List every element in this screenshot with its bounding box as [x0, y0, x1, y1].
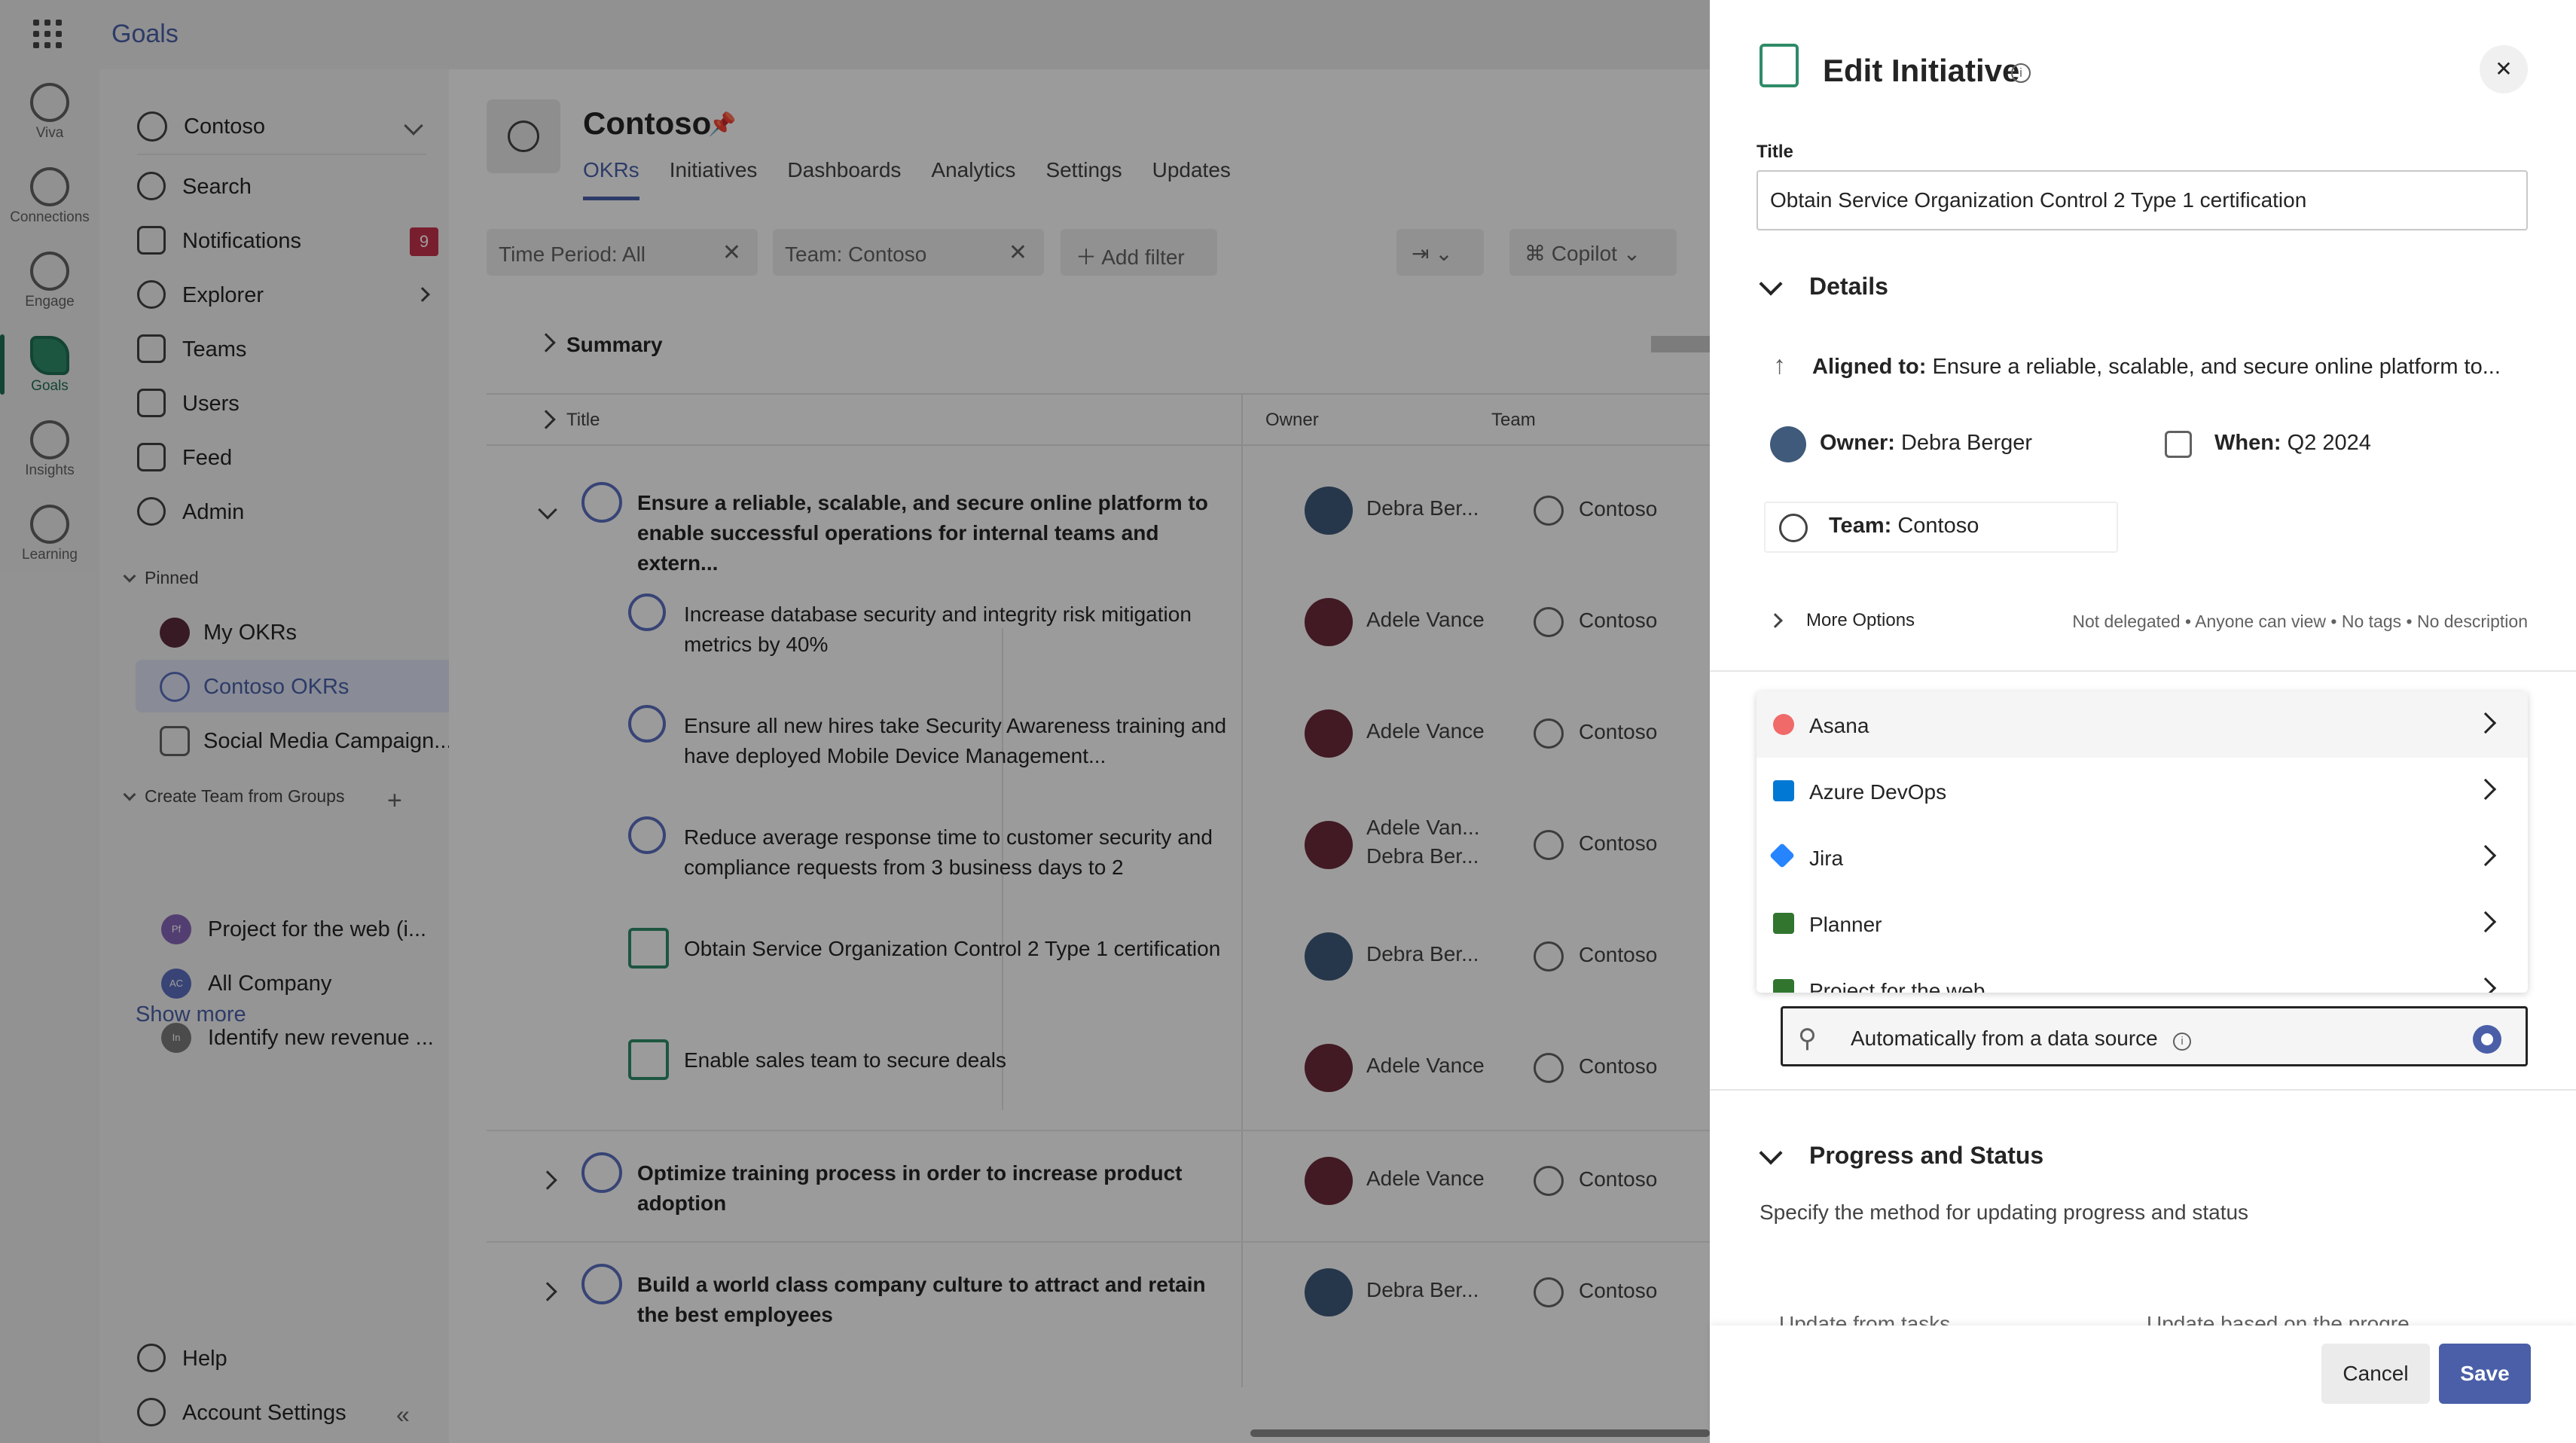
- chevron-down-icon: [1759, 1141, 1783, 1165]
- save-button[interactable]: Save: [2439, 1344, 2531, 1404]
- field-label: When:: [2214, 431, 2281, 455]
- chevron-right-icon: [1768, 613, 1783, 628]
- data-source-icon: ⚲: [1798, 1024, 1817, 1053]
- azure-devops-icon: [1773, 780, 1794, 801]
- option-label: Automatically from a data source: [1851, 1027, 2158, 1050]
- chevron-right-icon: [2474, 977, 2497, 993]
- data-source-label: Project for the web: [1809, 979, 1985, 993]
- avatar: [1770, 426, 1806, 462]
- calendar-icon: [2165, 431, 2192, 458]
- arrow-up-icon: ↑: [1773, 351, 1786, 380]
- more-options-summary: Not delegated • Anyone can view • No tag…: [2072, 612, 2528, 631]
- initiative-icon: [1760, 44, 1799, 87]
- panel-title: Edit Initiative: [1823, 53, 2020, 88]
- more-options-toggle[interactable]: More Options: [1768, 610, 1915, 631]
- aligned-to-field[interactable]: ↑ Aligned to: Ensure a reliable, scalable…: [1773, 351, 2501, 380]
- data-source-asana[interactable]: Asana: [1757, 691, 2528, 758]
- project-icon: [1773, 979, 1794, 993]
- field-value: Contoso: [1891, 514, 1979, 538]
- modal-overlay[interactable]: [0, 0, 1710, 1443]
- cancel-button[interactable]: Cancel: [2321, 1344, 2430, 1404]
- data-source-planner[interactable]: Planner: [1757, 890, 2528, 956]
- jira-icon: [1769, 843, 1795, 868]
- field-value: Debra Berger: [1894, 431, 2033, 455]
- progress-status-description: Specify the method for updating progress…: [1760, 1200, 2249, 1224]
- section-title: Progress and Status: [1809, 1142, 2044, 1169]
- chevron-right-icon: [2474, 778, 2497, 801]
- data-source-azure-devops[interactable]: Azure DevOps: [1757, 758, 2528, 824]
- radio-selected[interactable]: [2473, 1025, 2501, 1054]
- data-source-jira[interactable]: Jira: [1757, 824, 2528, 890]
- title-label: Title: [1757, 142, 1793, 162]
- more-options-label: More Options: [1806, 610, 1915, 630]
- chevron-down-icon: [1759, 272, 1783, 296]
- progress-status-section-header[interactable]: Progress and Status: [1757, 1137, 2528, 1179]
- divider: [1710, 1089, 2576, 1091]
- info-icon[interactable]: i: [2173, 1033, 2191, 1051]
- close-button[interactable]: ✕: [2480, 45, 2528, 93]
- field-label: Owner:: [1820, 431, 1895, 455]
- asana-icon: [1773, 714, 1794, 735]
- chevron-right-icon: [2474, 911, 2497, 933]
- globe-icon: [1779, 514, 1808, 542]
- data-source-label: Jira: [1809, 847, 1844, 870]
- data-source-label: Azure DevOps: [1809, 780, 1947, 804]
- panel-footer: Cancel Save: [1710, 1326, 2576, 1443]
- field-label: Team:: [1829, 514, 1892, 538]
- title-field[interactable]: Obtain Service Organization Control 2 Ty…: [1757, 170, 2528, 230]
- data-source-label: Planner: [1809, 913, 1882, 936]
- details-section-header[interactable]: Details: [1757, 268, 2528, 310]
- divider: [1710, 670, 2576, 672]
- data-source-list[interactable]: Asana Azure DevOps Jira Planner Project …: [1757, 691, 2528, 993]
- field-label: Aligned to:: [1812, 355, 1927, 379]
- info-icon[interactable]: i: [2011, 63, 2031, 83]
- field-value: Ensure a reliable, scalable, and secure …: [1926, 355, 2501, 379]
- field-value: Q2 2024: [2281, 431, 2371, 455]
- planner-icon: [1773, 913, 1794, 934]
- data-source-project-for-the-web[interactable]: Project for the web: [1757, 956, 2528, 993]
- section-title: Details: [1809, 273, 1888, 300]
- chevron-right-icon: [2474, 712, 2497, 734]
- chevron-right-icon: [2474, 844, 2497, 867]
- auto-data-source-option[interactable]: ⚲ Automatically from a data source i: [1781, 1006, 2528, 1066]
- edit-initiative-panel: Edit Initiative i ✕ Title Obtain Service…: [1710, 0, 2576, 1443]
- data-source-label: Asana: [1809, 714, 1869, 737]
